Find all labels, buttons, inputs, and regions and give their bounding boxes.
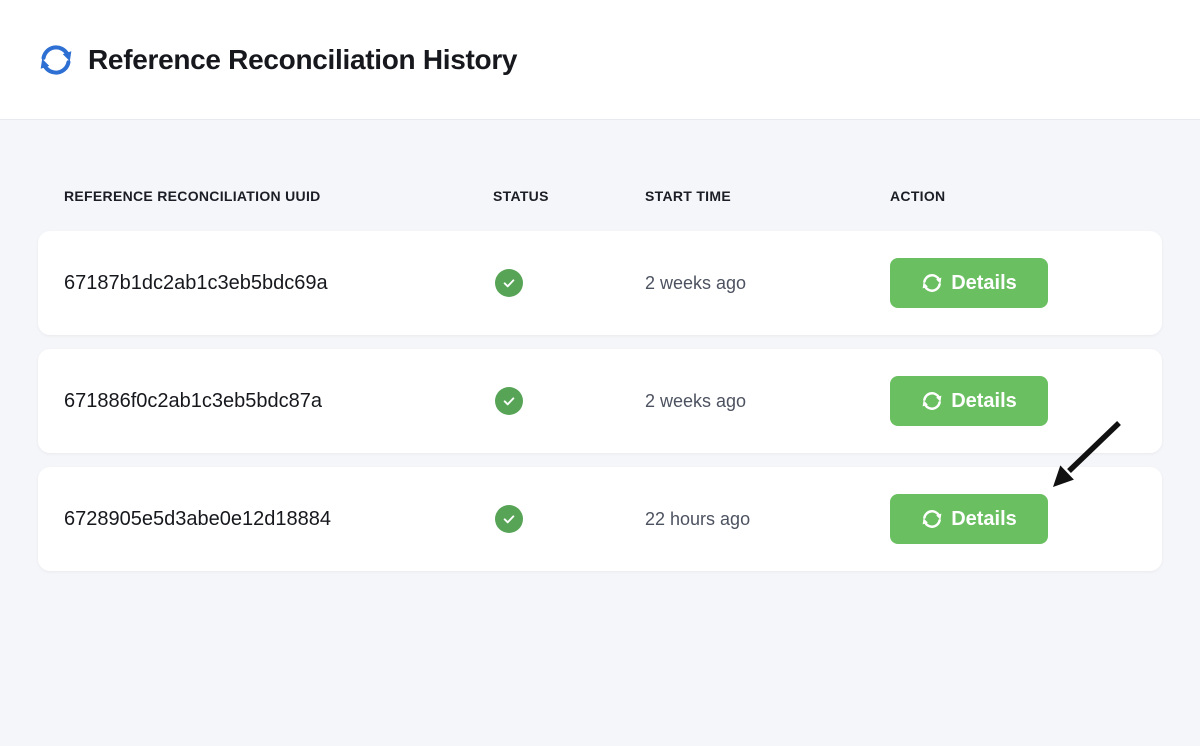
table-row: 67187b1dc2ab1c3eb5bdc69a 2 weeks ago (38, 231, 1162, 335)
details-button[interactable]: Details (890, 494, 1048, 544)
refresh-icon (38, 42, 74, 78)
check-circle-icon (495, 505, 523, 533)
details-button-label: Details (951, 390, 1017, 413)
details-button-label: Details (951, 272, 1017, 295)
start-time-cell: 2 weeks ago (645, 273, 890, 294)
history-table: Reference Reconciliation UUID Status Sta… (0, 120, 1200, 571)
uuid-cell: 6728905e5d3abe0e12d18884 (64, 508, 493, 531)
table-header-row: Reference Reconciliation UUID Status Sta… (38, 188, 1162, 204)
column-header-uuid: Reference Reconciliation UUID (64, 188, 493, 204)
column-header-action: Action (890, 188, 1162, 204)
uuid-cell: 671886f0c2ab1c3eb5bdc87a (64, 390, 493, 413)
column-header-start-time: Start Time (645, 188, 890, 204)
column-header-status: Status (493, 188, 645, 204)
action-cell: Details (890, 376, 1162, 426)
details-button[interactable]: Details (890, 376, 1048, 426)
details-button-label: Details (951, 508, 1017, 531)
start-time-cell: 22 hours ago (645, 509, 890, 530)
refresh-icon (921, 390, 943, 412)
status-cell (493, 387, 645, 415)
start-time-cell: 2 weeks ago (645, 391, 890, 412)
check-circle-icon (495, 387, 523, 415)
table-row: 6728905e5d3abe0e12d18884 22 hours ago (38, 467, 1162, 571)
check-circle-icon (495, 269, 523, 297)
refresh-icon (921, 508, 943, 530)
action-cell: Details (890, 258, 1162, 308)
details-button[interactable]: Details (890, 258, 1048, 308)
status-cell (493, 269, 645, 297)
page-title: Reference Reconciliation History (88, 44, 517, 76)
action-cell: Details (890, 494, 1162, 544)
refresh-icon (921, 272, 943, 294)
status-cell (493, 505, 645, 533)
page-header: Reference Reconciliation History (0, 0, 1200, 120)
table-row: 671886f0c2ab1c3eb5bdc87a 2 weeks ago (38, 349, 1162, 453)
uuid-cell: 67187b1dc2ab1c3eb5bdc69a (64, 272, 493, 295)
